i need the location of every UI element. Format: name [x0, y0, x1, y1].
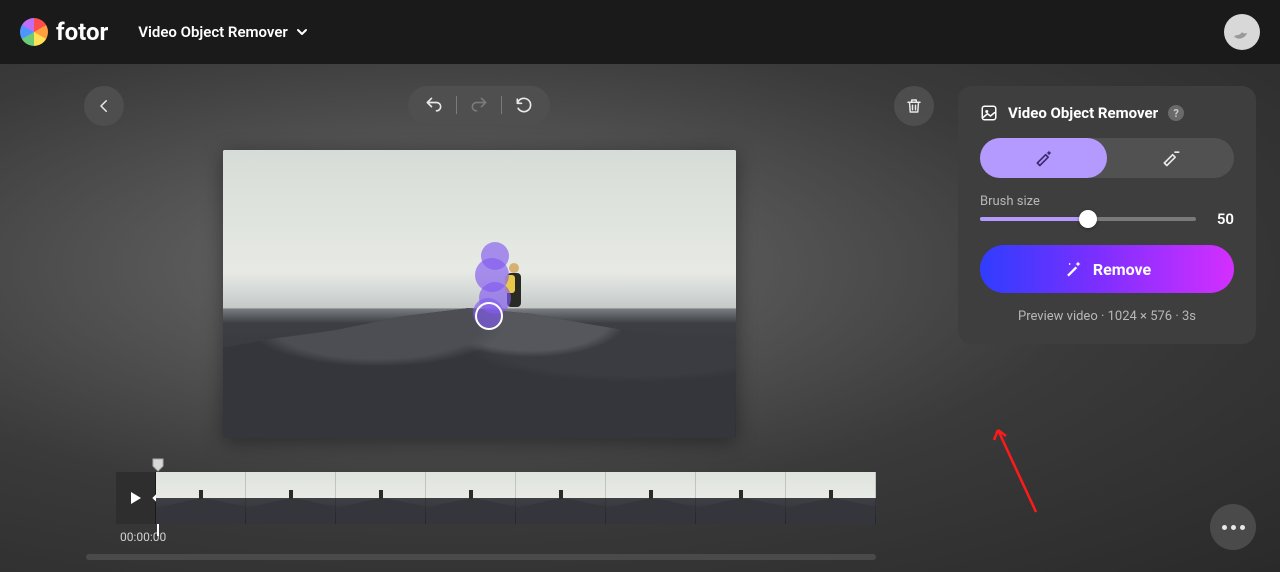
undo-button[interactable]	[422, 93, 446, 117]
timeline-frame[interactable]	[606, 472, 696, 524]
panel-title: Video Object Remover	[1008, 104, 1158, 122]
history-controls	[408, 86, 550, 124]
timeline: 00:00:00	[116, 472, 876, 560]
user-avatar[interactable]	[1224, 14, 1260, 50]
timeline-frame[interactable]	[786, 472, 876, 524]
playhead-marker[interactable]	[152, 458, 164, 472]
back-icon	[95, 97, 113, 115]
right-panel: Video Object Remover ? Brush size	[958, 86, 1256, 344]
timeline-frame[interactable]	[516, 472, 606, 524]
brand-logo[interactable]: fotor	[20, 18, 108, 46]
reset-button[interactable]	[512, 93, 536, 117]
timeline-frame[interactable]	[696, 472, 786, 524]
brush-size-label: Brush size	[980, 194, 1234, 209]
back-button[interactable]	[84, 86, 124, 126]
object-remover-icon	[980, 104, 998, 122]
brush-size-value: 50	[1210, 210, 1234, 228]
delete-button[interactable]	[894, 86, 934, 126]
more-icon	[1222, 525, 1245, 530]
tool-name: Video Object Remover	[138, 23, 288, 41]
timeline-frame[interactable]	[336, 472, 426, 524]
play-icon	[129, 491, 143, 505]
main-area: 00:00:00 Video Object Remover ?	[0, 64, 1280, 572]
timecode: 00:00:00	[120, 530, 876, 544]
brush-size-slider[interactable]	[980, 209, 1196, 229]
separator	[501, 96, 502, 114]
reset-icon	[514, 95, 534, 115]
remove-button[interactable]: Remove	[980, 245, 1234, 293]
timeline-frame[interactable]	[426, 472, 516, 524]
timeline-frame[interactable]	[156, 472, 246, 524]
timeline-frames[interactable]	[156, 472, 876, 524]
tool-dropdown[interactable]: Video Object Remover	[128, 17, 318, 47]
fotor-logo-icon	[20, 18, 48, 46]
undo-icon	[424, 95, 444, 115]
brush-add-mode[interactable]	[980, 138, 1107, 178]
video-preview[interactable]	[223, 150, 736, 438]
redo-button[interactable]	[467, 93, 491, 117]
timeline-scrollbar[interactable]	[86, 554, 876, 560]
bird-icon	[1232, 22, 1252, 42]
play-button[interactable]	[116, 472, 156, 524]
wand-icon	[1063, 259, 1083, 279]
brush-add-icon	[1034, 148, 1054, 168]
preview-subject	[493, 255, 527, 321]
topbar: fotor Video Object Remover	[0, 0, 1280, 64]
help-button[interactable]: ?	[1168, 105, 1184, 121]
preview-meta: Preview video · 1024 × 576 · 3s	[980, 309, 1234, 324]
panel-header: Video Object Remover ?	[980, 104, 1234, 122]
brush-subtract-mode[interactable]	[1107, 138, 1234, 178]
timeline-frame[interactable]	[246, 472, 336, 524]
trash-icon	[905, 97, 923, 115]
brush-mode-toggle	[980, 138, 1234, 178]
separator	[456, 96, 457, 114]
brand-name: fotor	[56, 18, 108, 46]
brush-sub-icon	[1161, 148, 1181, 168]
more-menu-button[interactable]	[1210, 504, 1256, 550]
chevron-down-icon	[296, 26, 308, 38]
canvas-area: 00:00:00	[0, 64, 958, 572]
redo-icon	[469, 95, 489, 115]
remove-label: Remove	[1093, 260, 1151, 279]
annotation-arrow	[984, 422, 1044, 522]
